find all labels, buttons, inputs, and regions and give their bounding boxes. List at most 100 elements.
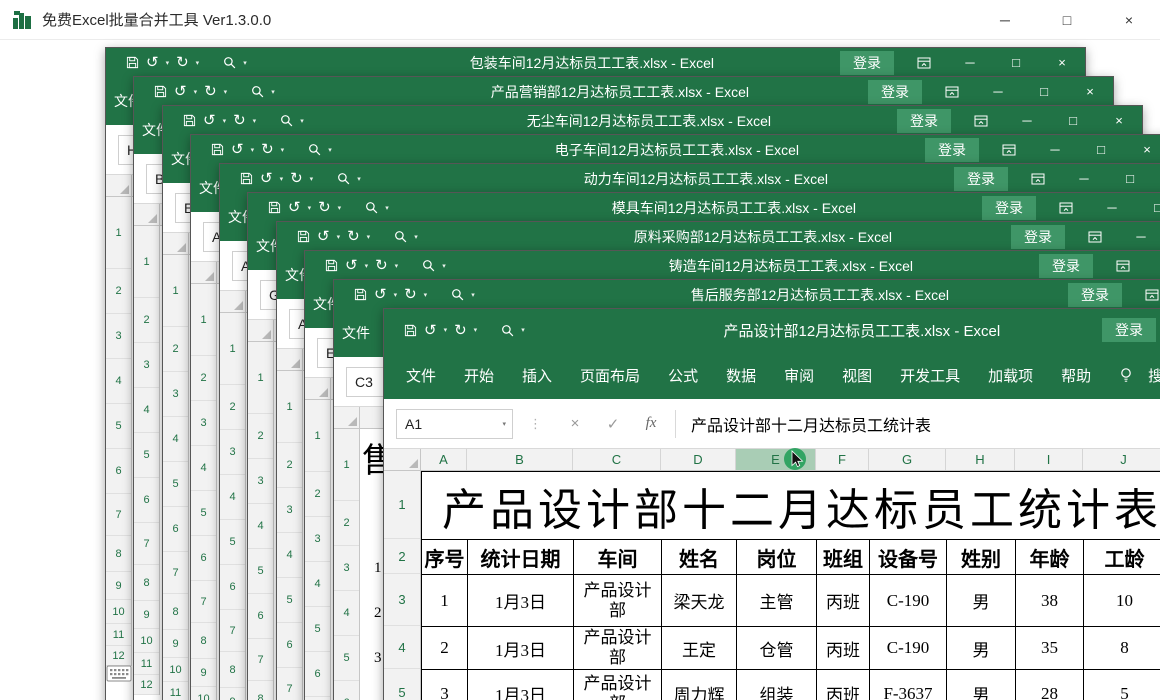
row-header[interactable]: 6	[277, 623, 302, 668]
undo-dropdown-icon[interactable]: ▾	[223, 117, 227, 125]
column-header-I[interactable]: I	[1015, 449, 1083, 470]
table-data-cell[interactable]: 产品设计部	[574, 670, 662, 700]
row-header-1[interactable]: 1	[384, 471, 420, 539]
undo-icon[interactable]: ↺	[231, 142, 244, 157]
undo-dropdown-icon[interactable]: ▾	[280, 175, 284, 183]
row-header[interactable]: 7	[220, 610, 245, 652]
table-data-cell[interactable]: 产品设计部	[574, 575, 662, 627]
row-header-2[interactable]: 2	[384, 539, 420, 574]
table-data-cell[interactable]: 产品设计部	[574, 627, 662, 670]
row-header[interactable]: 9	[106, 572, 131, 600]
search-icon[interactable]	[394, 230, 407, 243]
search-dropdown-icon[interactable]: ▾	[385, 204, 389, 212]
row-header[interactable]: 6	[106, 449, 131, 494]
row-header[interactable]: 4	[191, 446, 216, 491]
redo-icon[interactable]: ↻	[204, 84, 217, 99]
redo-icon[interactable]: ↻	[404, 287, 417, 302]
row-header[interactable]: 2	[134, 298, 159, 343]
column-header-J[interactable]: J	[1083, 449, 1160, 470]
redo-icon[interactable]: ↻	[454, 323, 467, 338]
row-header[interactable]: 2	[163, 327, 188, 372]
column-header-G[interactable]: G	[869, 449, 946, 470]
row-header[interactable]: 1	[163, 255, 188, 327]
ribbon-options-button[interactable]	[1100, 251, 1146, 280]
undo-dropdown-icon[interactable]: ▾	[394, 291, 398, 299]
search-dropdown-icon[interactable]: ▾	[414, 233, 418, 241]
table-data-cell[interactable]: 2	[422, 627, 468, 670]
row-header-3[interactable]: 3	[384, 574, 420, 626]
row-header[interactable]: 7	[191, 581, 216, 623]
select-all-corner[interactable]	[334, 407, 360, 428]
undo-icon[interactable]: ↺	[317, 229, 330, 244]
tab-formulas[interactable]: 公式	[668, 365, 698, 386]
row-header[interactable]: 4	[305, 562, 330, 607]
undo-icon[interactable]: ↺	[424, 323, 437, 338]
table-header-cell[interactable]: 班组	[817, 540, 870, 575]
search-icon[interactable]	[451, 288, 464, 301]
table-data-cell[interactable]: 男	[947, 575, 1016, 627]
table-data-cell[interactable]: 仓管	[737, 627, 817, 670]
tab-page-layout[interactable]: 页面布局	[580, 365, 640, 386]
row-header[interactable]: 4	[106, 359, 131, 404]
maximize-button[interactable]: □	[1135, 193, 1160, 222]
row-header[interactable]: 7	[163, 552, 188, 594]
row-header[interactable]: 2	[334, 501, 359, 546]
table-data-cell[interactable]: C-190	[870, 627, 947, 670]
row-header[interactable]: 4	[334, 591, 359, 636]
undo-dropdown-icon[interactable]: ▾	[308, 204, 312, 212]
minimize-button[interactable]: ─	[975, 77, 1021, 106]
table-header-cell[interactable]: 车间	[574, 540, 662, 575]
undo-icon[interactable]: ↺	[288, 200, 301, 215]
cancel-icon[interactable]: ×	[556, 415, 594, 432]
row-header[interactable]: 5	[220, 520, 245, 565]
ribbon-options-button[interactable]	[1129, 280, 1160, 309]
save-icon[interactable]	[211, 143, 224, 156]
close-button[interactable]: ×	[1096, 106, 1142, 135]
row-header-4[interactable]: 4	[384, 626, 420, 669]
search-dropdown-icon[interactable]: ▾	[357, 175, 361, 183]
select-all-corner[interactable]	[305, 378, 331, 399]
redo-dropdown-icon[interactable]: ▾	[196, 59, 200, 67]
row-header[interactable]: 1	[220, 313, 245, 385]
minimize-button[interactable]: ─	[1004, 106, 1050, 135]
search-icon[interactable]	[501, 324, 514, 337]
row-header[interactable]: 1	[305, 400, 330, 472]
minimize-button[interactable]: ─	[947, 48, 993, 77]
redo-dropdown-icon[interactable]: ▾	[310, 175, 314, 183]
close-button[interactable]: ×	[1098, 0, 1160, 39]
row-header[interactable]: 10	[163, 658, 188, 682]
select-all-corner[interactable]	[384, 449, 421, 470]
row-header[interactable]: 8	[191, 623, 216, 659]
ribbon-options-button[interactable]	[1072, 222, 1118, 251]
row-header[interactable]: 10	[106, 600, 131, 624]
undo-icon[interactable]: ↺	[260, 171, 273, 186]
table-data-cell[interactable]: 5	[1084, 670, 1160, 700]
row-header[interactable]: 2	[106, 269, 131, 314]
redo-dropdown-icon[interactable]: ▾	[474, 326, 478, 334]
row-header[interactable]: 7	[134, 523, 159, 565]
table-data-cell[interactable]: F-3637	[870, 670, 947, 700]
row-header[interactable]: 2	[277, 443, 302, 488]
undo-dropdown-icon[interactable]: ▾	[251, 146, 255, 154]
row-header[interactable]: 5	[163, 462, 188, 507]
undo-dropdown-icon[interactable]: ▾	[166, 59, 170, 67]
maximize-button[interactable]: □	[1107, 164, 1153, 193]
row-header[interactable]: 8	[248, 681, 273, 700]
close-button[interactable]: ×	[1153, 164, 1160, 193]
undo-dropdown-icon[interactable]: ▾	[444, 326, 448, 334]
ribbon-options-button[interactable]	[929, 77, 975, 106]
select-all-corner[interactable]	[277, 349, 303, 370]
window-titlebar[interactable]: ↺▾↻▾▾售后服务部12月达标员工工表.xlsx - Excel登录─□×	[334, 280, 1160, 309]
tell-me-search[interactable]: 搜	[1148, 365, 1160, 386]
column-header-A[interactable]: A	[421, 449, 467, 470]
row-header[interactable]: 9	[134, 601, 159, 629]
row-header[interactable]: 1	[248, 342, 273, 414]
table-data-cell[interactable]: 周力辉	[662, 670, 737, 700]
select-all-corner[interactable]	[248, 320, 274, 341]
undo-dropdown-icon[interactable]: ▾	[194, 88, 198, 96]
row-header[interactable]: 8	[106, 536, 131, 572]
tab-view[interactable]: 视图	[842, 365, 872, 386]
row-header[interactable]: 6	[305, 652, 330, 697]
undo-icon[interactable]: ↺	[345, 258, 358, 273]
row-header[interactable]: 8	[220, 652, 245, 688]
